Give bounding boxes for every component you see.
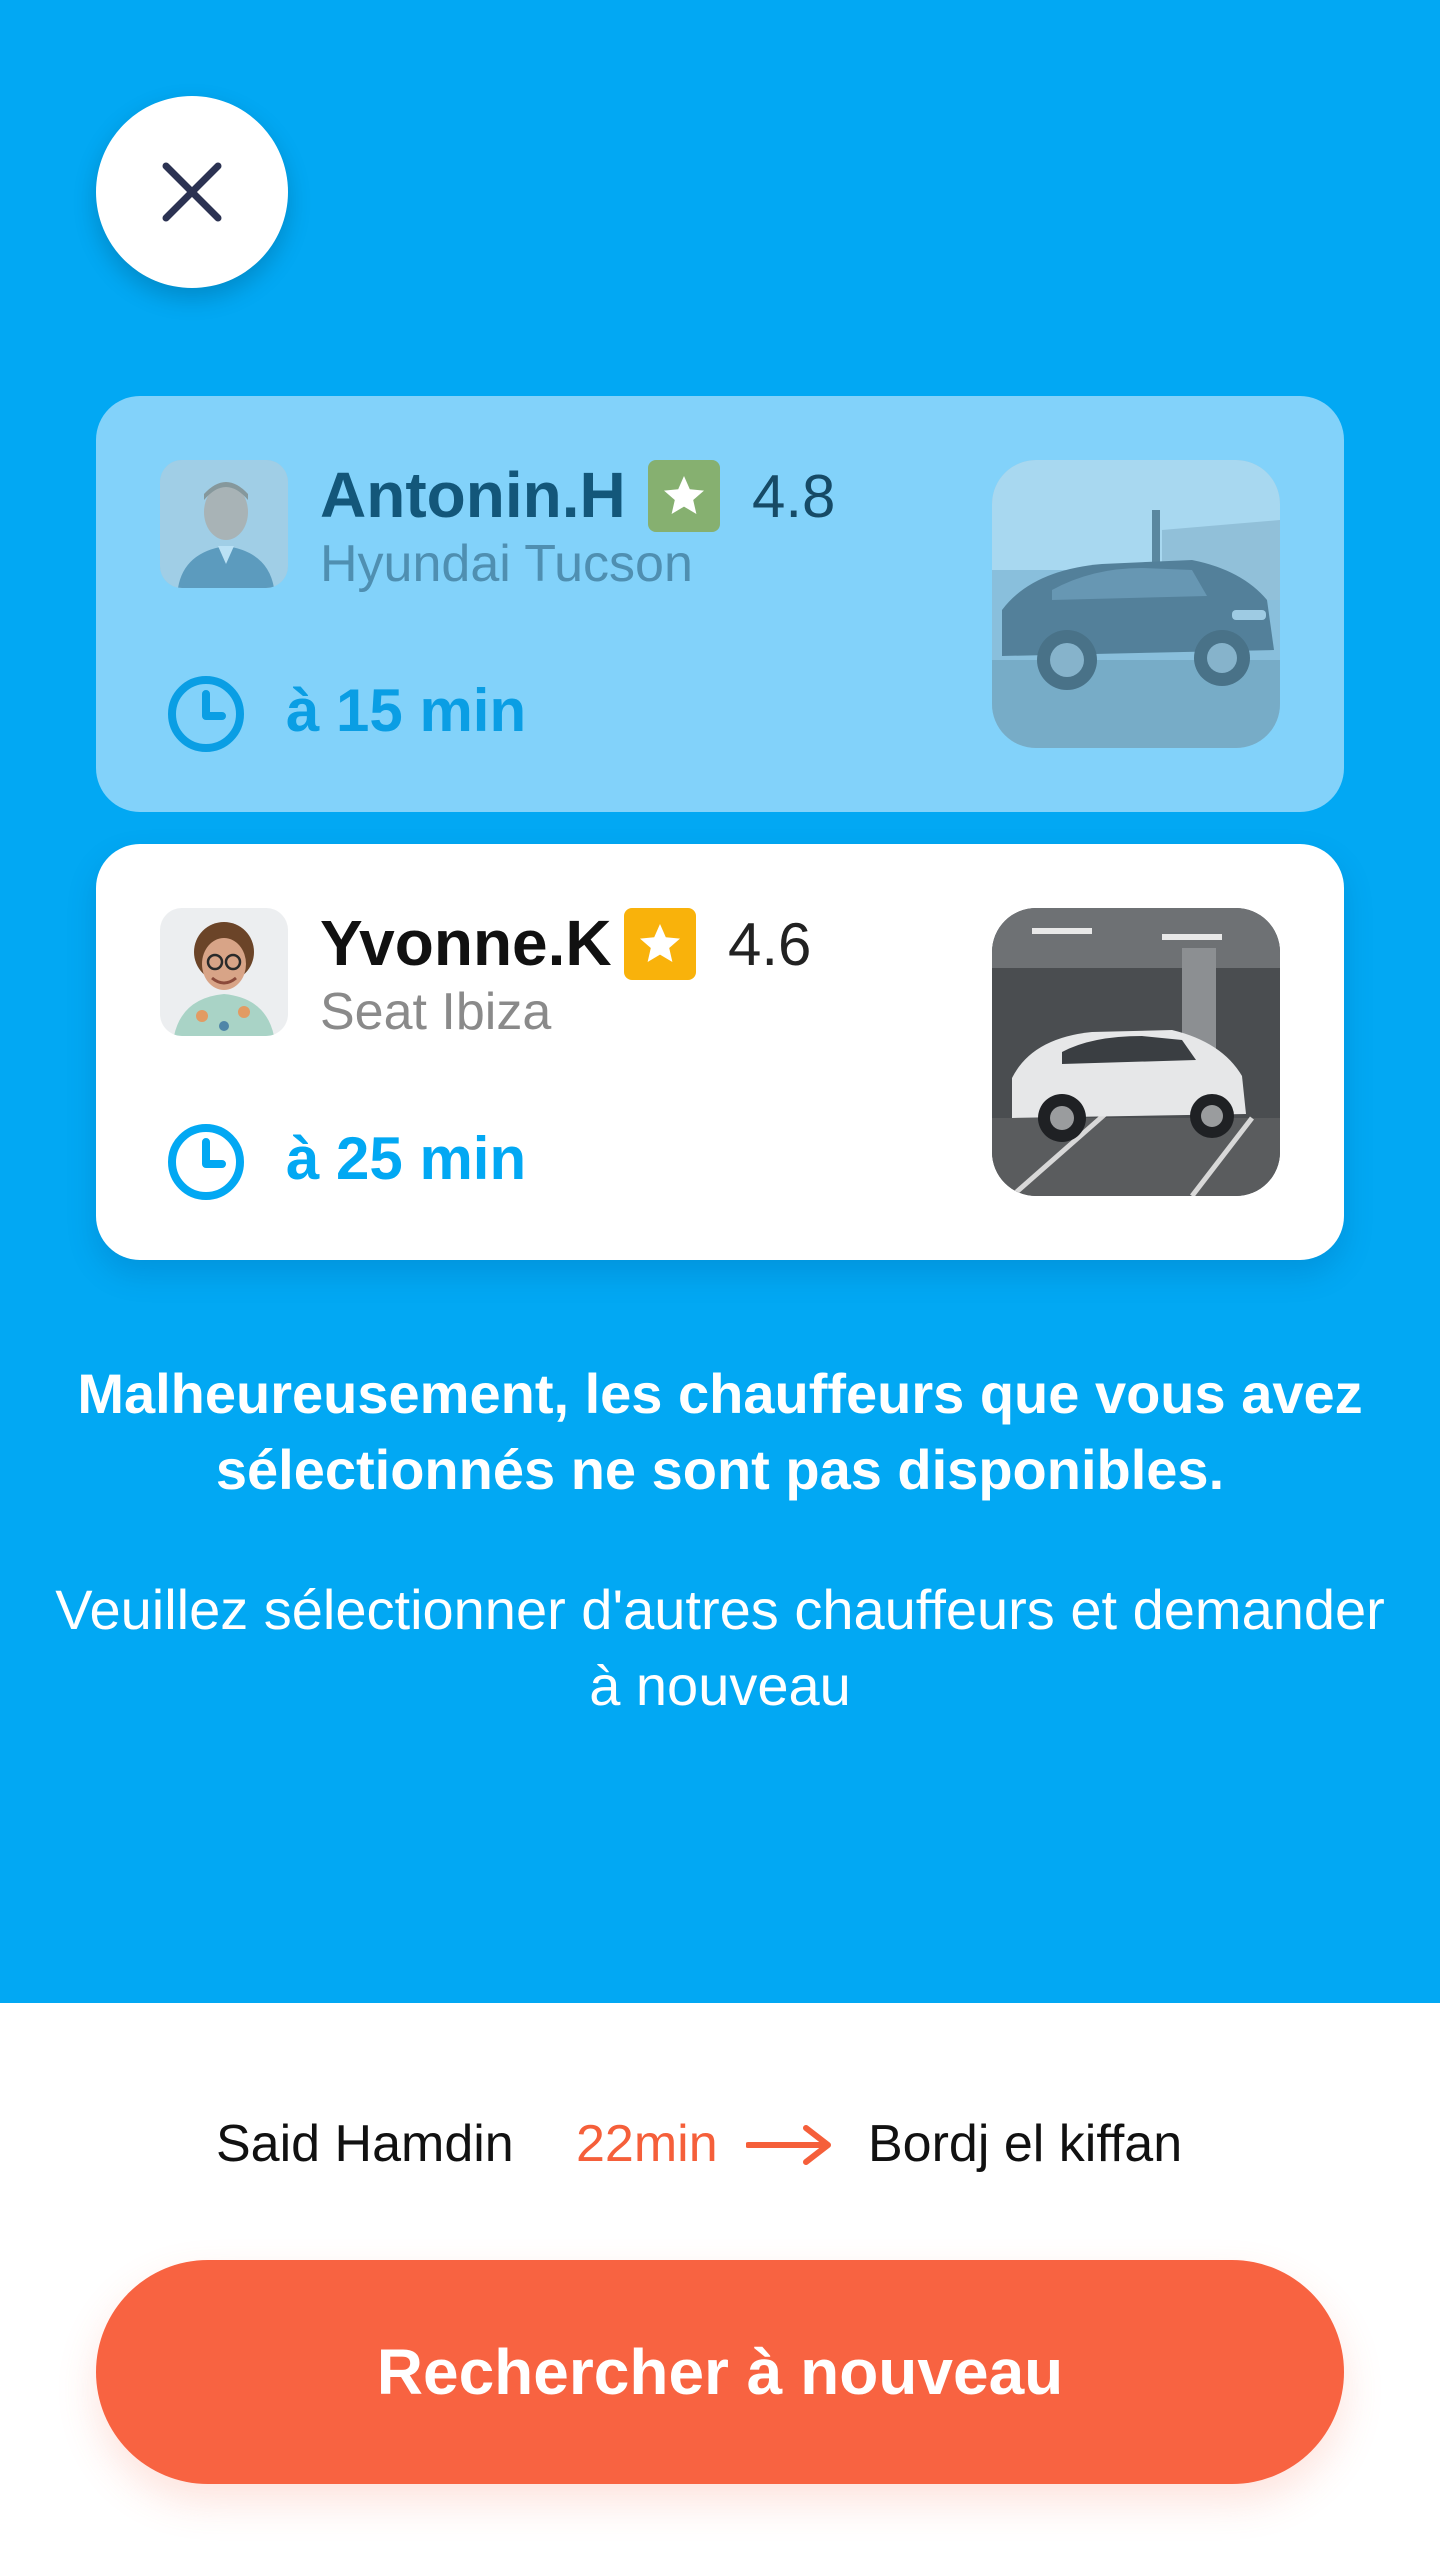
star-icon bbox=[664, 476, 704, 514]
route-origin: Said Hamdin bbox=[216, 2115, 514, 2173]
driver-name: Yvonne.K bbox=[320, 907, 612, 979]
star-icon bbox=[640, 924, 680, 962]
arrow-right-icon bbox=[746, 2125, 831, 2165]
car-photo bbox=[992, 460, 1280, 748]
car-model: Seat Ibiza bbox=[320, 983, 552, 1041]
route-summary: Said Hamdin 22min Bordj el kiffan bbox=[0, 2110, 1440, 2182]
car-model: Hyundai Tucson bbox=[320, 535, 693, 593]
driver-card-antonin[interactable]: Antonin.H 4.8 Hyundai Tucson à 15 min bbox=[96, 396, 1344, 812]
close-button[interactable] bbox=[96, 96, 288, 288]
driver-rating: 4.6 bbox=[728, 911, 812, 978]
eta-label: à 15 min bbox=[286, 677, 527, 744]
driver-rating: 4.8 bbox=[752, 463, 836, 530]
top-panel: Antonin.H 4.8 Hyundai Tucson à 15 min Yv… bbox=[0, 0, 1440, 2003]
star-badge bbox=[648, 460, 720, 532]
clock-icon bbox=[168, 1124, 244, 1200]
eta-label: à 25 min bbox=[286, 1125, 527, 1192]
driver-card-yvonne[interactable]: Yvonne.K 4.6 Seat Ibiza à 25 min bbox=[96, 844, 1344, 1260]
car-photo bbox=[992, 908, 1280, 1196]
driver-name: Antonin.H bbox=[320, 459, 626, 531]
instruction-message: Veuillez sélectionner d'autres chauffeur… bbox=[55, 1578, 1385, 1717]
driver-avatar bbox=[160, 460, 288, 588]
clock-icon bbox=[168, 676, 244, 752]
driver-avatar bbox=[160, 908, 288, 1036]
close-icon bbox=[162, 162, 222, 222]
search-again-button[interactable]: Rechercher à nouveau bbox=[96, 2260, 1344, 2484]
unavailable-message: Malheureusement, les chauffeurs que vous… bbox=[77, 1362, 1363, 1501]
route-duration: 22min bbox=[576, 2115, 718, 2173]
star-badge bbox=[624, 908, 696, 980]
route-destination: Bordj el kiffan bbox=[868, 2115, 1183, 2173]
